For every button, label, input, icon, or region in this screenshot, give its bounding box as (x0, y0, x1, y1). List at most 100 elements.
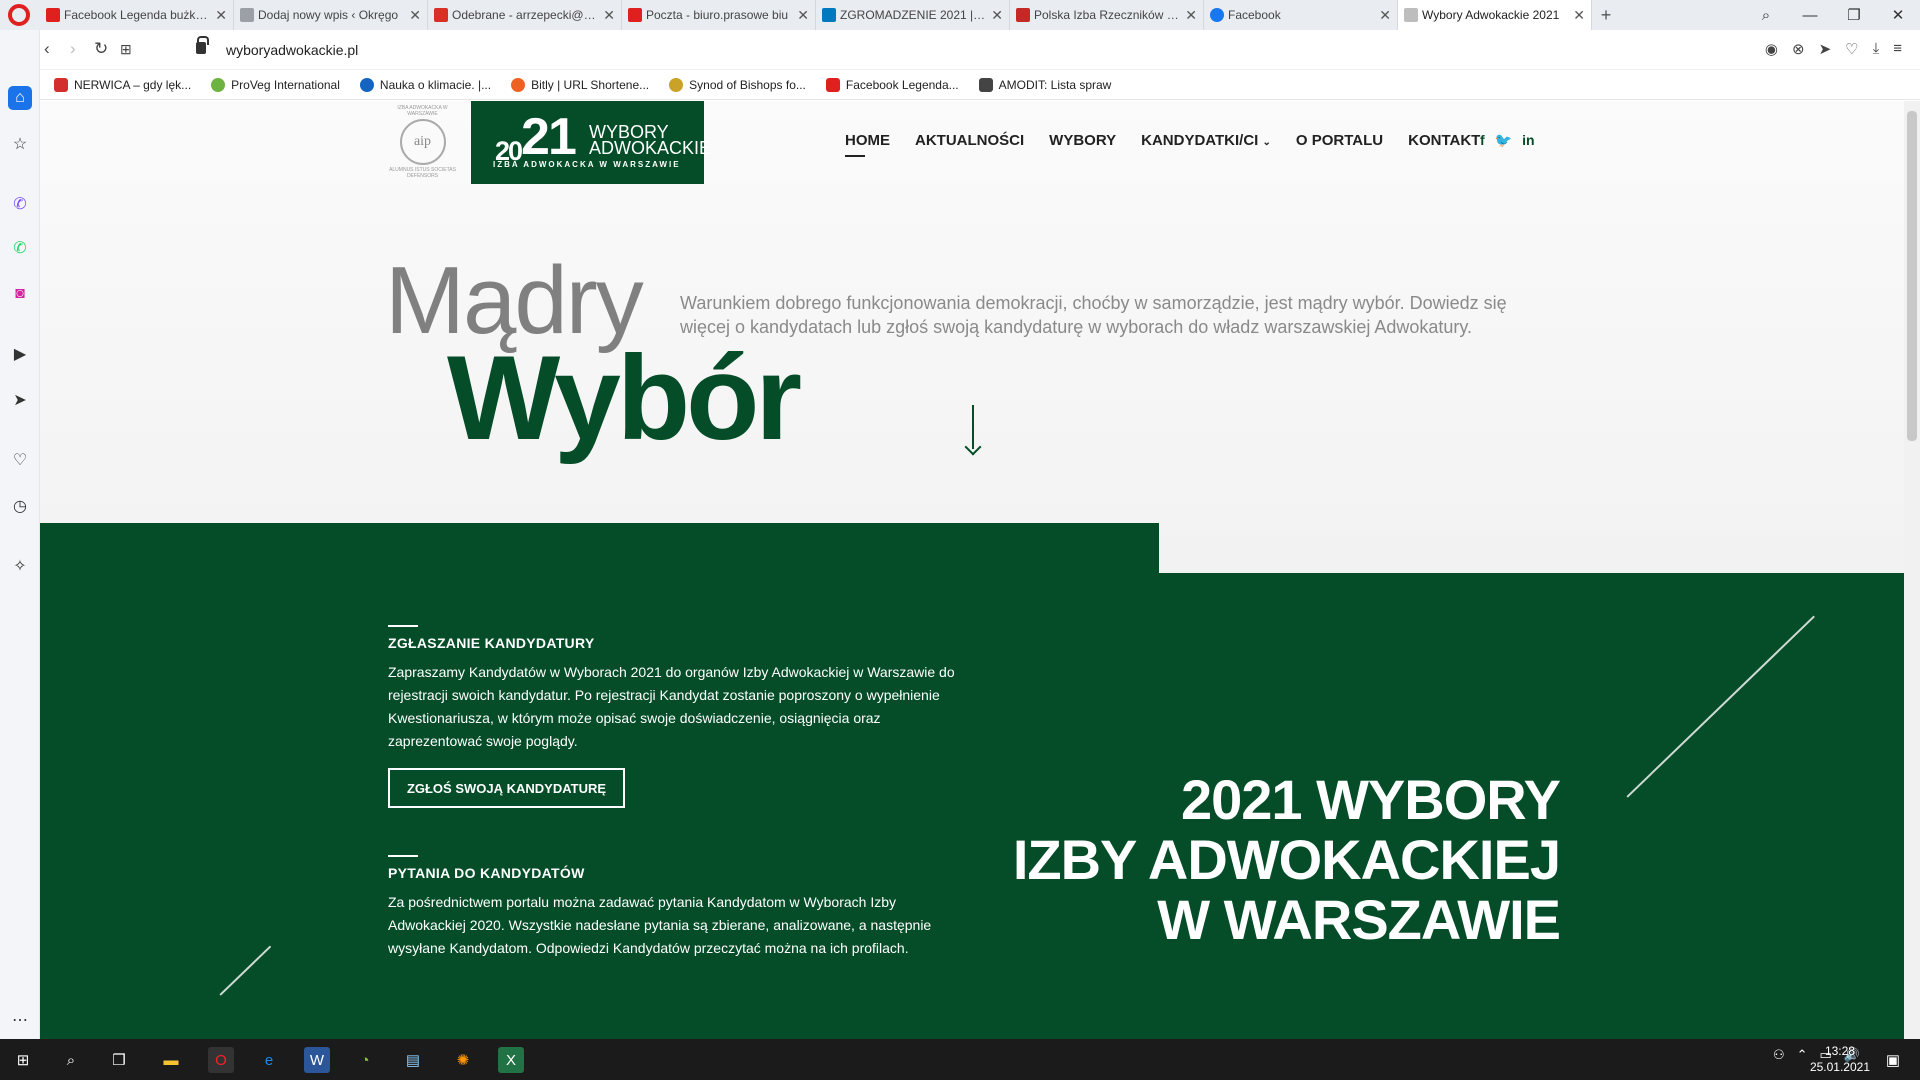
tab-dodaj-wpis[interactable]: Dodaj nowy wpis ‹ Okręgo ✕ (234, 0, 428, 30)
instagram-icon[interactable]: ◙ (8, 282, 32, 306)
chevron-up-icon[interactable]: ⌃ (1797, 1047, 1808, 1063)
send-icon[interactable]: ➤ (1819, 40, 1832, 58)
opera-logo-icon[interactable] (8, 4, 30, 26)
hero-title-line2: Wybór (447, 331, 802, 465)
messenger-icon[interactable]: ✆ (8, 192, 32, 216)
edge-icon[interactable]: e (256, 1047, 282, 1073)
bookmark-favicon-icon (511, 77, 526, 92)
notifications-icon[interactable]: ▣ (1880, 1047, 1906, 1073)
vertical-scrollbar[interactable] (1904, 101, 1920, 1039)
close-tab-icon[interactable]: ✕ (991, 7, 1003, 24)
bookmark-bitly[interactable]: Bitly | URL Shortene... (511, 77, 649, 92)
close-tab-icon[interactable]: ✕ (603, 7, 615, 24)
speed-dial-icon[interactable]: ⊞ (120, 41, 132, 58)
app-icon[interactable]: ✺ (450, 1047, 476, 1073)
search-tabs-icon[interactable]: ⌕ (1744, 0, 1788, 30)
excel-icon[interactable]: X (498, 1047, 524, 1073)
close-tab-icon[interactable]: ✕ (409, 7, 421, 24)
tab-favicon-icon (240, 8, 254, 22)
restore-icon[interactable]: ❐ (1832, 0, 1876, 30)
close-tab-icon[interactable]: ✕ (1573, 7, 1585, 24)
section-questions: PYTANIA DO KANDYDATÓW Za pośrednictwem p… (388, 855, 968, 960)
bookmark-facebook-legenda[interactable]: Facebook Legenda... (825, 77, 959, 92)
word-icon[interactable]: W (304, 1047, 330, 1073)
close-tab-icon[interactable]: ✕ (215, 7, 227, 24)
linkedin-icon[interactable]: in (1522, 132, 1534, 149)
nav-home[interactable]: HOME (845, 132, 890, 157)
app-icon[interactable]: ◔ (352, 1047, 378, 1073)
tab-facebook[interactable]: Facebook ✕ (1204, 0, 1398, 30)
close-tab-icon[interactable]: ✕ (1185, 7, 1197, 24)
adblock-icon[interactable]: ⊗ (1792, 40, 1805, 58)
star-icon[interactable]: ☆ (8, 132, 32, 156)
tab-favicon-icon (46, 8, 60, 22)
nav-kontakt[interactable]: KONTAKT (1408, 132, 1480, 149)
bookmark-favicon-icon (359, 77, 374, 92)
reload-icon[interactable]: ↻ (94, 39, 108, 59)
twitter-icon[interactable]: 🐦 (1495, 132, 1512, 149)
bookmark-synod[interactable]: Synod of Bishops fo... (669, 77, 806, 92)
camera-icon[interactable]: ◉ (1765, 40, 1778, 58)
bookmark-amodit[interactable]: AMODIT: Lista spraw (978, 77, 1111, 92)
scroll-down-arrow-icon[interactable] (972, 405, 974, 449)
bookmark-favicon-icon (669, 77, 684, 92)
tab-gmail[interactable]: Odebrane - arrzepecki@gm ✕ (428, 0, 622, 30)
tab-poczta[interactable]: Poczta - biuro.prasowe biu ✕ (622, 0, 816, 30)
clock[interactable]: 13:28 25.01.2021 (1810, 1043, 1870, 1075)
close-tab-icon[interactable]: ✕ (797, 7, 809, 24)
tab-strip: Facebook Legenda bużkę s ✕ Dodaj nowy wpi… (40, 0, 1620, 30)
tab-wybory-adwokackie[interactable]: Wybory Adwokackie 2021 ✕ (1398, 0, 1592, 30)
main-nav: HOME AKTUALNOŚCI WYBORY KANDYDATKI/CI ⌄ … (845, 132, 1505, 157)
bookmark-proveg[interactable]: ProVeg International (211, 77, 340, 92)
nav-o-portalu[interactable]: O PORTALU (1296, 132, 1383, 149)
heart-icon[interactable]: ♡ (8, 448, 32, 472)
section-candidacy: ZGŁASZANIE KANDYDATURY Zapraszamy Kandyd… (388, 625, 968, 753)
address-bar-tools: ◉ ⊗ ➤ ♡ ⤓ ≡ (1765, 40, 1902, 58)
trello-icon (822, 8, 836, 22)
section-text: Za pośrednictwem portalu można zadawać p… (388, 894, 932, 956)
tab-favicon-icon (628, 8, 642, 22)
nav-wybory[interactable]: WYBORY (1049, 132, 1116, 149)
lightbulb-icon[interactable]: ✧ (8, 554, 32, 578)
opera-icon[interactable]: O (208, 1047, 234, 1073)
home-icon[interactable]: ⌂ (8, 86, 32, 110)
more-icon[interactable]: ⋯ (8, 1008, 32, 1032)
whatsapp-icon[interactable]: ✆ (8, 236, 32, 260)
facebook-icon[interactable]: f (1480, 132, 1485, 149)
chevron-down-icon: ⌄ (1262, 137, 1271, 148)
lock-icon[interactable] (196, 36, 209, 54)
bookmark-nerwica[interactable]: NERWICA – gdy lęk... (54, 77, 191, 92)
file-explorer-icon[interactable]: ▬ (158, 1047, 184, 1073)
download-icon[interactable]: ⤓ (1873, 40, 1880, 58)
search-icon[interactable]: ⌕ (58, 1047, 84, 1073)
heart-icon[interactable]: ♡ (1845, 40, 1858, 58)
player-icon[interactable]: ▶ (8, 342, 32, 366)
tab-facebook-legenda[interactable]: Facebook Legenda bużkę s ✕ (40, 0, 234, 30)
nav-kandydatki[interactable]: KANDYDATKI/CI ⌄ (1141, 132, 1271, 149)
bar-association-seal[interactable]: IZBA ADWOKACKA W WARSZAWIE aip ALUMNUS I… (385, 105, 460, 187)
send-icon[interactable]: ➤ (8, 388, 32, 412)
notepad-icon[interactable]: ▤ (400, 1047, 426, 1073)
history-icon[interactable]: ◷ (8, 494, 32, 518)
bookmark-nauka-o-klimacie[interactable]: Nauka o klimacie. |... (359, 77, 491, 92)
minimize-icon[interactable]: — (1788, 0, 1832, 30)
submit-candidacy-button[interactable]: ZGŁOŚ SWOJĄ KANDYDATURĘ (388, 768, 625, 808)
bookmark-favicon-icon (978, 77, 993, 92)
back-icon[interactable]: ‹ (44, 39, 50, 59)
tab-izba-rzecznikow[interactable]: Polska Izba Rzeczników Pat ✕ (1010, 0, 1204, 30)
windows-start-icon[interactable]: ⊞ (10, 1047, 36, 1073)
tab-trello[interactable]: ZGROMADZENIE 2021 | Tre ✕ (816, 0, 1010, 30)
close-tab-icon[interactable]: ✕ (1379, 7, 1391, 24)
task-view-icon[interactable]: ❒ (106, 1047, 132, 1073)
forward-icon[interactable]: › (70, 39, 76, 59)
tab-favicon-icon (1016, 8, 1030, 22)
close-window-icon[interactable]: ✕ (1876, 0, 1920, 30)
people-icon[interactable]: ⚇ (1773, 1047, 1785, 1063)
scrollbar-thumb[interactable] (1907, 111, 1917, 441)
menu-icon[interactable]: ≡ (1893, 40, 1902, 58)
url-input[interactable]: wyboryadwokackie.pl (226, 42, 358, 58)
new-tab-button[interactable]: + (1592, 0, 1620, 30)
nav-aktualnosci[interactable]: AKTUALNOŚCI (915, 132, 1024, 149)
windows-taskbar: ⊞ ⌕ ❒ ▬ O e W ◔ ▤ ✺ X ⚇ ⌃ ▭ 🔊 13:28 25.0… (0, 1039, 1920, 1080)
site-logo[interactable]: 2021 WYBORY ADWOKACKIE IZBA ADWOKACKA W W… (471, 101, 711, 184)
